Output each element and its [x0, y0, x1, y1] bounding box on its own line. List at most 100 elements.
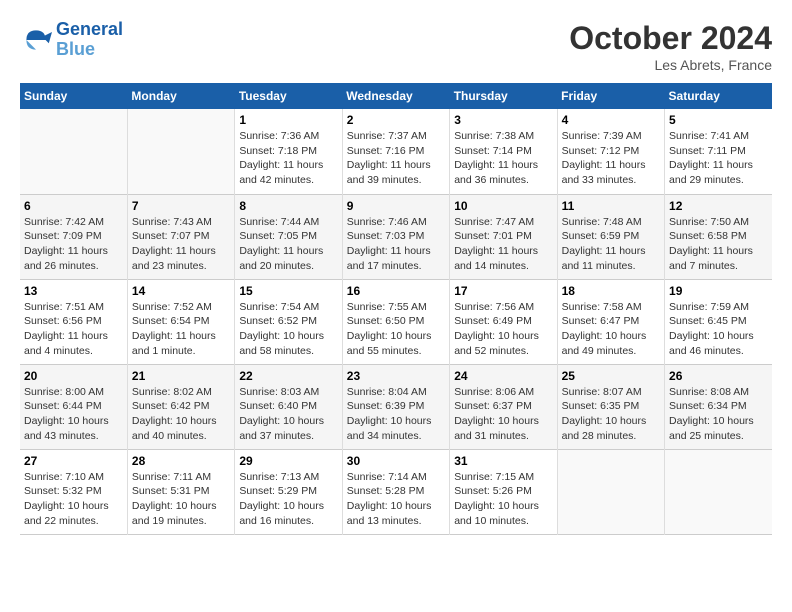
calendar-cell: 17Sunrise: 7:56 AM Sunset: 6:49 PM Dayli… — [450, 279, 557, 364]
calendar-cell: 20 Sunrise: 8:00 AM Sunset: 6:44 PM Dayli… — [20, 364, 127, 449]
day-detail: Sunrise: 7:47 AM Sunset: 7:01 PM Dayligh… — [454, 215, 552, 274]
day-number: 16 — [347, 284, 445, 298]
logo-text: General Blue — [56, 20, 123, 60]
day-number: 21 — [132, 369, 230, 383]
calendar-cell: 6Sunrise: 7:42 AM Sunset: 7:09 PM Daylig… — [20, 194, 127, 279]
calendar-cell: 10 Sunrise: 7:47 AM Sunset: 7:01 PM Dayli… — [450, 194, 557, 279]
calendar-week-row: 1Sunrise: 7:36 AM Sunset: 7:18 PM Daylig… — [20, 109, 772, 194]
calendar-cell: 28 Sunrise: 7:11 AM Sunset: 5:31 PM Dayli… — [127, 449, 234, 534]
calendar-cell: 7Sunrise: 7:43 AM Sunset: 7:07 PM Daylig… — [127, 194, 234, 279]
day-detail: Sunrise: 7:42 AM Sunset: 7:09 PM Dayligh… — [24, 215, 123, 274]
calendar-cell: 16 Sunrise: 7:55 AM Sunset: 6:50 PM Dayli… — [342, 279, 449, 364]
day-detail: Sunrise: 7:50 AM Sunset: 6:58 PM Dayligh… — [669, 215, 768, 274]
calendar-cell: 3Sunrise: 7:38 AM Sunset: 7:14 PM Daylig… — [450, 109, 557, 194]
day-number: 2 — [347, 113, 445, 127]
calendar-cell: 19 Sunrise: 7:59 AM Sunset: 6:45 PM Dayli… — [665, 279, 772, 364]
calendar-cell: 8 Sunrise: 7:44 AM Sunset: 7:05 PM Daylig… — [235, 194, 342, 279]
page-header: General Blue October 2024 Les Abrets, Fr… — [20, 20, 772, 73]
calendar-cell — [20, 109, 127, 194]
day-number: 5 — [669, 113, 768, 127]
col-header-thursday: Thursday — [450, 83, 557, 109]
calendar-table: SundayMondayTuesdayWednesdayThursdayFrid… — [20, 83, 772, 535]
day-detail: Sunrise: 7:56 AM Sunset: 6:49 PM Dayligh… — [454, 300, 552, 359]
day-number: 24 — [454, 369, 552, 383]
day-detail: Sunrise: 7:15 AM Sunset: 5:26 PM Dayligh… — [454, 470, 552, 529]
day-detail: Sunrise: 7:51 AM Sunset: 6:56 PM Dayligh… — [24, 300, 123, 359]
calendar-cell: 15 Sunrise: 7:54 AM Sunset: 6:52 PM Dayli… — [235, 279, 342, 364]
day-detail: Sunrise: 7:58 AM Sunset: 6:47 PM Dayligh… — [562, 300, 660, 359]
day-number: 10 — [454, 199, 552, 213]
day-number: 8 — [239, 199, 337, 213]
day-detail: Sunrise: 7:43 AM Sunset: 7:07 PM Dayligh… — [132, 215, 230, 274]
day-detail: Sunrise: 8:07 AM Sunset: 6:35 PM Dayligh… — [562, 385, 660, 444]
day-detail: Sunrise: 7:41 AM Sunset: 7:11 PM Dayligh… — [669, 129, 768, 188]
day-number: 22 — [239, 369, 337, 383]
day-number: 19 — [669, 284, 768, 298]
title-block: October 2024 Les Abrets, France — [569, 20, 772, 73]
day-number: 26 — [669, 369, 768, 383]
calendar-cell: 11Sunrise: 7:48 AM Sunset: 6:59 PM Dayli… — [557, 194, 664, 279]
day-number: 13 — [24, 284, 123, 298]
day-detail: Sunrise: 7:38 AM Sunset: 7:14 PM Dayligh… — [454, 129, 552, 188]
col-header-friday: Friday — [557, 83, 664, 109]
calendar-cell — [665, 449, 772, 534]
col-header-sunday: Sunday — [20, 83, 127, 109]
col-header-monday: Monday — [127, 83, 234, 109]
day-detail: Sunrise: 7:48 AM Sunset: 6:59 PM Dayligh… — [562, 215, 660, 274]
day-number: 9 — [347, 199, 445, 213]
calendar-cell: 26 Sunrise: 8:08 AM Sunset: 6:34 PM Dayli… — [665, 364, 772, 449]
day-detail: Sunrise: 7:52 AM Sunset: 6:54 PM Dayligh… — [132, 300, 230, 359]
calendar-cell: 9 Sunrise: 7:46 AM Sunset: 7:03 PM Daylig… — [342, 194, 449, 279]
calendar-cell: 18Sunrise: 7:58 AM Sunset: 6:47 PM Dayli… — [557, 279, 664, 364]
day-number: 25 — [562, 369, 660, 383]
calendar-cell: 2 Sunrise: 7:37 AM Sunset: 7:16 PM Daylig… — [342, 109, 449, 194]
day-detail: Sunrise: 7:54 AM Sunset: 6:52 PM Dayligh… — [239, 300, 337, 359]
calendar-week-row: 27Sunrise: 7:10 AM Sunset: 5:32 PM Dayli… — [20, 449, 772, 534]
day-detail: Sunrise: 7:37 AM Sunset: 7:16 PM Dayligh… — [347, 129, 445, 188]
day-detail: Sunrise: 7:44 AM Sunset: 7:05 PM Dayligh… — [239, 215, 337, 274]
calendar-week-row: 20 Sunrise: 8:00 AM Sunset: 6:44 PM Dayli… — [20, 364, 772, 449]
calendar-cell — [127, 109, 234, 194]
day-detail: Sunrise: 7:59 AM Sunset: 6:45 PM Dayligh… — [669, 300, 768, 359]
day-number: 15 — [239, 284, 337, 298]
day-detail: Sunrise: 7:39 AM Sunset: 7:12 PM Dayligh… — [562, 129, 660, 188]
day-detail: Sunrise: 8:04 AM Sunset: 6:39 PM Dayligh… — [347, 385, 445, 444]
day-detail: Sunrise: 8:03 AM Sunset: 6:40 PM Dayligh… — [239, 385, 337, 444]
calendar-cell: 31 Sunrise: 7:15 AM Sunset: 5:26 PM Dayli… — [450, 449, 557, 534]
day-detail: Sunrise: 7:13 AM Sunset: 5:29 PM Dayligh… — [239, 470, 337, 529]
day-number: 28 — [132, 454, 230, 468]
day-detail: Sunrise: 8:06 AM Sunset: 6:37 PM Dayligh… — [454, 385, 552, 444]
calendar-cell: 14 Sunrise: 7:52 AM Sunset: 6:54 PM Dayli… — [127, 279, 234, 364]
calendar-cell — [557, 449, 664, 534]
day-detail: Sunrise: 8:08 AM Sunset: 6:34 PM Dayligh… — [669, 385, 768, 444]
calendar-cell: 29 Sunrise: 7:13 AM Sunset: 5:29 PM Dayli… — [235, 449, 342, 534]
day-detail: Sunrise: 8:02 AM Sunset: 6:42 PM Dayligh… — [132, 385, 230, 444]
day-number: 4 — [562, 113, 660, 127]
day-detail: Sunrise: 7:46 AM Sunset: 7:03 PM Dayligh… — [347, 215, 445, 274]
calendar-cell: 23 Sunrise: 8:04 AM Sunset: 6:39 PM Dayli… — [342, 364, 449, 449]
logo-icon — [20, 24, 52, 56]
day-detail: Sunrise: 7:14 AM Sunset: 5:28 PM Dayligh… — [347, 470, 445, 529]
col-header-saturday: Saturday — [665, 83, 772, 109]
day-number: 31 — [454, 454, 552, 468]
calendar-cell: 21 Sunrise: 8:02 AM Sunset: 6:42 PM Dayli… — [127, 364, 234, 449]
location: Les Abrets, France — [569, 57, 772, 73]
calendar-cell: 30Sunrise: 7:14 AM Sunset: 5:28 PM Dayli… — [342, 449, 449, 534]
day-number: 23 — [347, 369, 445, 383]
day-number: 12 — [669, 199, 768, 213]
col-header-tuesday: Tuesday — [235, 83, 342, 109]
day-detail: Sunrise: 7:11 AM Sunset: 5:31 PM Dayligh… — [132, 470, 230, 529]
day-number: 1 — [239, 113, 337, 127]
calendar-cell: 27Sunrise: 7:10 AM Sunset: 5:32 PM Dayli… — [20, 449, 127, 534]
calendar-week-row: 13 Sunrise: 7:51 AM Sunset: 6:56 PM Dayli… — [20, 279, 772, 364]
logo: General Blue — [20, 20, 123, 60]
day-detail: Sunrise: 7:55 AM Sunset: 6:50 PM Dayligh… — [347, 300, 445, 359]
day-number: 14 — [132, 284, 230, 298]
day-detail: Sunrise: 8:00 AM Sunset: 6:44 PM Dayligh… — [24, 385, 123, 444]
day-number: 20 — [24, 369, 123, 383]
calendar-header-row: SundayMondayTuesdayWednesdayThursdayFrid… — [20, 83, 772, 109]
month-title: October 2024 — [569, 20, 772, 57]
day-number: 27 — [24, 454, 123, 468]
calendar-week-row: 6Sunrise: 7:42 AM Sunset: 7:09 PM Daylig… — [20, 194, 772, 279]
day-number: 29 — [239, 454, 337, 468]
